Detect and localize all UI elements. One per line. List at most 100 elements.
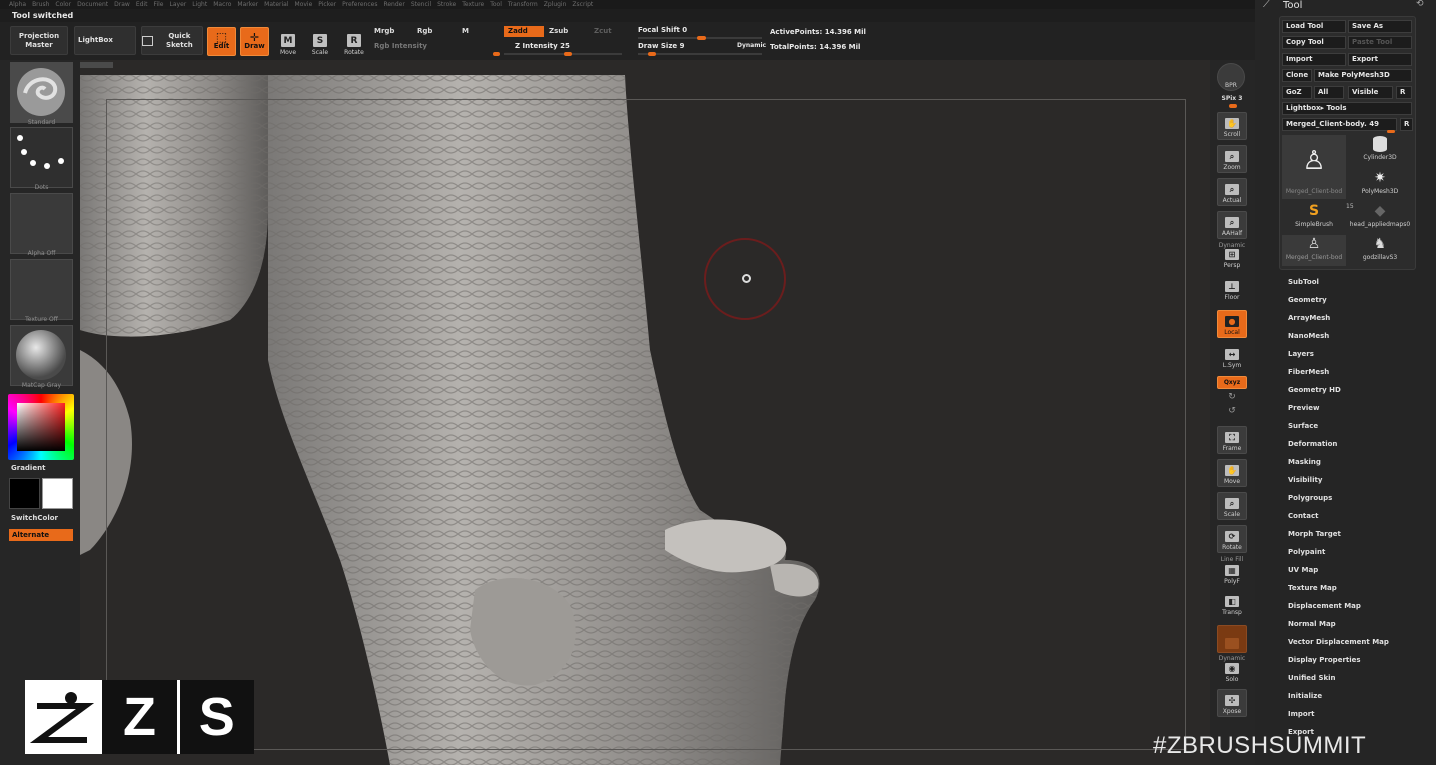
current-tool-slider[interactable]: Merged_Client-body. 49 [1282,118,1397,131]
canvas-viewport[interactable] [80,60,1210,765]
z-intensity-handle[interactable] [564,52,572,56]
menu-item[interactable]: Light [192,0,207,9]
draw-size-handle[interactable] [648,52,656,56]
brush-thumbnail[interactable] [10,62,73,123]
m-button[interactable]: M [458,26,473,37]
menu-item[interactable]: Layer [170,0,187,9]
import-button[interactable]: Import [1282,53,1346,66]
local-button[interactable]: ● Local [1217,310,1247,338]
primary-color-swatch[interactable] [9,478,40,509]
goz-r-button[interactable]: R [1396,86,1412,99]
submenu-item[interactable]: Import [1288,710,1315,718]
submenu-item[interactable]: Geometry HD [1288,386,1341,394]
export-button[interactable]: Export [1348,53,1412,66]
z-intensity-slider[interactable]: Z Intensity 25 [515,42,570,50]
menu-item[interactable]: Texture [462,0,484,9]
submenu-item[interactable]: Texture Map [1288,584,1337,592]
focal-shift-handle[interactable] [697,36,706,40]
zcut-button[interactable]: Zcut [590,26,616,37]
submenu-item[interactable]: Layers [1288,350,1314,358]
lsym-button[interactable]: ↔ L.Sym [1217,346,1247,370]
rgb-intensity-handle[interactable] [493,52,500,56]
submenu-item[interactable]: Polypaint [1288,548,1325,556]
tool-thumb-polymesh[interactable]: ✷ PolyMesh3D [1348,169,1412,201]
scale-tool-button[interactable]: S Scale [306,26,334,56]
save-as-button[interactable]: Save As [1348,20,1412,33]
scroll-button[interactable]: ✋ Scroll [1217,112,1247,140]
submenu-item[interactable]: FiberMesh [1288,368,1329,376]
gradient-label[interactable]: Gradient [11,464,45,472]
menu-item[interactable]: File [153,0,163,9]
draw-size-track[interactable] [638,53,762,55]
polyf-button[interactable]: ▦ PolyF [1217,562,1247,586]
menu-item[interactable]: Macro [213,0,231,9]
switch-color-button[interactable]: SwitchColor [11,514,58,522]
rotation-y-icon[interactable]: ↻ [1216,392,1248,402]
alpha-thumbnail[interactable] [10,193,73,254]
menu-item[interactable]: Alpha [9,0,26,9]
submenu-item[interactable]: Contact [1288,512,1319,520]
palette-refresh-icon[interactable]: ⟲ [1416,0,1424,9]
palette-pin-icon[interactable]: ⟋ [1263,0,1270,10]
submenu-item[interactable]: Surface [1288,422,1318,430]
solo-button[interactable]: ◉ Solo [1217,660,1247,684]
menu-item[interactable]: Draw [114,0,130,9]
spix-handle[interactable] [1229,104,1237,108]
clone-button[interactable]: Clone [1282,69,1312,82]
submenu-item[interactable]: Normal Map [1288,620,1336,628]
menu-item[interactable]: Movie [295,0,313,9]
menu-item[interactable]: Preferences [342,0,377,9]
rotate-view-button[interactable]: ⟳ Rotate [1217,525,1247,553]
rotate-tool-button[interactable]: R Rotate [340,26,368,56]
submenu-item[interactable]: NanoMesh [1288,332,1329,340]
menu-item[interactable]: Document [77,0,108,9]
menu-item[interactable]: Picker [318,0,336,9]
submenu-item[interactable]: Unified Skin [1288,674,1336,682]
focal-shift-slider[interactable]: Focal Shift 0 [638,26,687,34]
xpose-button[interactable]: ✣ Xpose [1217,689,1247,717]
rgb-button[interactable]: Rgb [413,26,436,37]
xyz-rotation-button[interactable]: Qxyz [1217,376,1247,389]
move-tool-button[interactable]: M Move [274,26,302,56]
move-view-button[interactable]: ✋ Move [1217,459,1247,487]
submenu-item[interactable]: Geometry [1288,296,1327,304]
projection-master-button[interactable]: Projection Master [10,26,68,55]
lightbox-button[interactable]: LightBox [74,26,136,55]
load-tool-button[interactable]: Load Tool [1282,20,1346,33]
tool-thumb-head[interactable]: ◆ head_appliedmaps0 [1348,202,1412,233]
submenu-item[interactable]: Preview [1288,404,1320,412]
submenu-item[interactable]: SubTool [1288,278,1319,286]
submenu-item[interactable]: UV Map [1288,566,1318,574]
rotation-z-icon[interactable]: ↺ [1216,406,1248,416]
material-thumbnail[interactable] [10,325,73,386]
rgb-intensity-slider[interactable]: Rgb Intensity [374,42,427,50]
zsub-button[interactable]: Zsub [545,26,572,37]
goz-button[interactable]: GoZ [1282,86,1312,99]
menu-item[interactable]: Zscript [572,0,593,9]
floor-button[interactable]: ⊥ Floor [1217,278,1247,302]
submenu-item[interactable]: Morph Target [1288,530,1341,538]
current-tool-handle[interactable] [1387,130,1395,133]
actual-button[interactable]: ⌕ Actual [1217,178,1247,206]
paste-tool-button[interactable]: Paste Tool [1348,36,1412,49]
lightbox-tools-button[interactable]: Lightbox▸ Tools [1282,102,1412,115]
draw-button[interactable]: ✛ Draw [240,27,269,56]
transp-button[interactable]: ◧ Transp [1217,593,1247,617]
quick-sketch-button[interactable]: Quick Sketch [141,26,203,55]
bpr-button[interactable]: BPR [1217,63,1245,91]
ghost-button[interactable] [1217,625,1247,653]
menu-item[interactable]: Color [55,0,71,9]
alternate-button[interactable]: Alternate [9,529,73,541]
tool-thumb-godzilla[interactable]: ♞ godzillavS3 [1348,235,1412,266]
menu-item[interactable]: Brush [32,0,49,9]
make-polymesh-button[interactable]: Make PolyMesh3D [1314,69,1412,82]
copy-tool-button[interactable]: Copy Tool [1282,36,1346,49]
submenu-item[interactable]: Masking [1288,458,1321,466]
menu-item[interactable]: Tool [490,0,502,9]
menu-item[interactable]: Zplugin [544,0,567,9]
menu-item[interactable]: Render [383,0,404,9]
spix-slider[interactable]: SPix 3 [1216,95,1248,102]
dynamic-toggle[interactable]: Dynamic [737,42,766,49]
current-tool-r-button[interactable]: R [1400,118,1413,131]
z-intensity-track[interactable] [504,53,622,55]
